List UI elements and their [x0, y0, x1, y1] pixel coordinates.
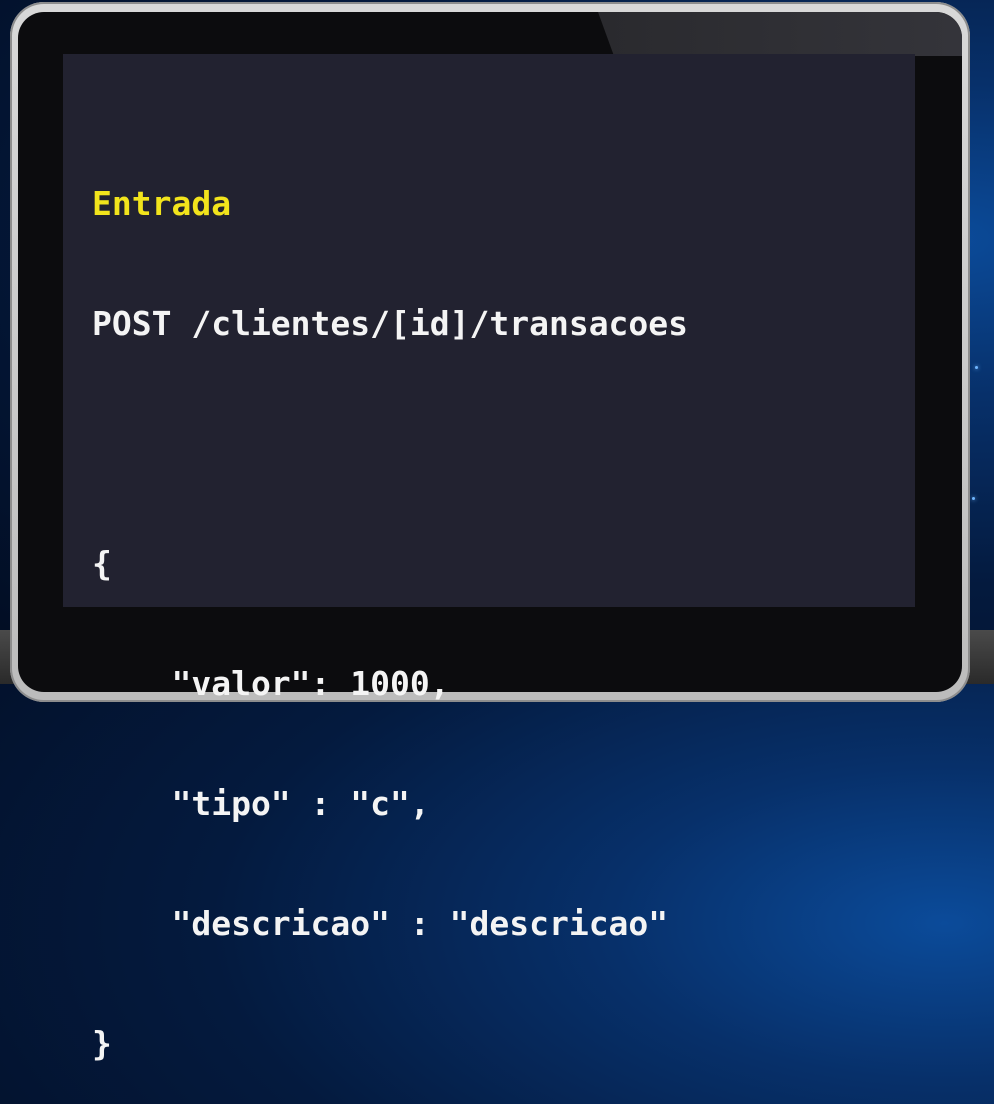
- background-glow-dot: [972, 497, 975, 500]
- code-heading: Entrada: [92, 184, 232, 223]
- json-line: }: [92, 1024, 112, 1063]
- json-line: "tipo" : "c",: [92, 784, 430, 823]
- screen-glare: [598, 12, 962, 56]
- json-line: {: [92, 544, 112, 583]
- background-glow-dot: [975, 366, 978, 369]
- json-line: "descricao" : "descricao": [92, 904, 669, 943]
- code-block: Entrada POST /clientes/[id]/transacoes {…: [92, 104, 688, 1104]
- request-line: POST /clientes/[id]/transacoes: [92, 304, 689, 343]
- json-line: "valor": 1000,: [92, 664, 450, 703]
